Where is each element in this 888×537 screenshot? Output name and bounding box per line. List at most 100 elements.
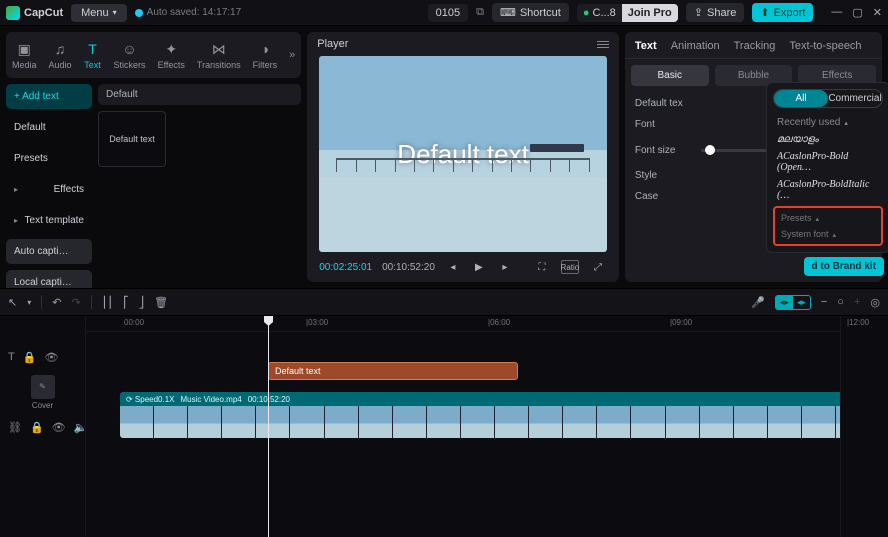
tool-filters[interactable]: ◑Filters [247,36,284,74]
font-item-3[interactable]: ACaslonPro-BoldItalic (… [773,176,883,204]
timeline-toolbar: ↖ ▾ ↶ ↷ ⎮⎮ ⎡ ⎦ 🗑 🎤 ◂▸◂▸ − ○ + ◎ [0,288,888,316]
tools-more-icon[interactable]: » [283,49,301,61]
player-title: Player [317,38,348,50]
brand-label: CapCut [24,7,63,19]
ruler-mark: |09:00 [670,318,692,327]
add-text-button[interactable]: + Add text [6,84,92,109]
text-icon: T [84,40,102,58]
undo-icon[interactable]: ↶ [52,296,61,309]
cover-thumb-icon: ✎ [31,375,55,399]
text-track: Default text [86,362,888,384]
tool-text[interactable]: TText [78,36,108,74]
sidebar-item-presets[interactable]: Presets [6,146,92,171]
text-tile-default[interactable]: Default text [98,111,166,167]
tab-text-to-speech[interactable]: Text-to-speech [789,40,861,52]
lock-icon[interactable]: 🔒 [30,421,44,434]
video-clip[interactable]: ⟳ Speed0.1X Music Video.mp4 00:10:52:20 [120,392,870,438]
tool-effects[interactable]: ✦Effects [152,36,191,74]
font-popover: All Commercial Recently used മലയാളം ACas… [766,82,888,253]
tracks-area[interactable]: 00:00|03:00|06:00|09:00 Default text ⟳ S… [86,316,888,537]
shortcut-button[interactable]: ⌨ Shortcut [492,3,569,22]
video-clip-header: ⟳ Speed0.1X Music Video.mp4 00:10:52:20 [120,392,870,406]
player-menu-icon[interactable] [597,41,609,48]
subtab-basic[interactable]: Basic [631,65,709,86]
split-icon[interactable]: ⎮⎮ [102,296,113,309]
close-icon[interactable]: ✕ [873,6,882,19]
tab-text[interactable]: Text [635,40,657,52]
redo-icon[interactable]: ↷ [71,296,80,309]
playhead[interactable] [268,316,269,537]
trim-left-icon[interactable]: ⎡ [123,296,129,309]
mic-icon[interactable]: 🎤 [751,296,765,309]
player-panel: Player Default text 00:02:25:01 00:10:52… [301,26,625,288]
export-button[interactable]: ⬆ Export [752,3,813,22]
font-system-header[interactable]: System font [777,226,879,242]
zoom-fit-icon[interactable]: ◎ [870,296,880,309]
autosave-status: Auto saved: 14:17:17 [135,7,242,18]
font-presets-header[interactable]: Presets [777,210,879,226]
tool-audio[interactable]: ♫Audio [43,36,78,74]
tool-transitions[interactable]: ⋈Transitions [191,36,247,74]
avatar-icon: ● [583,7,590,19]
sync-dot-icon [135,9,143,17]
time-ruler[interactable]: 00:00|03:00|06:00|09:00 [86,316,888,332]
timecode-current: 00:02:25:01 [319,262,372,273]
inspector-tabs: Text Animation Tracking Text-to-speech [625,32,882,59]
text-sidebar: + Add text Default Presets Effects Text … [6,84,92,295]
video-thumbnails [120,406,870,438]
case-label: Case [635,191,691,202]
cover-control[interactable]: ✎ Cover [0,368,85,416]
zoom-slider-icon[interactable]: ○ [837,296,844,308]
tool-media[interactable]: ▣Media [6,36,43,74]
text-track-icon: T [8,351,15,363]
scale-fit-icon[interactable]: ⛶ [533,260,551,274]
font-item-1[interactable]: മലയാളം [773,131,883,148]
ratio-button[interactable]: Ratio [561,260,579,274]
trim-right-icon[interactable]: ⎦ [139,296,145,309]
prev-frame-button[interactable]: ◂ [445,262,461,273]
link-icon[interactable]: ⛓ [8,421,22,434]
recent-used-header[interactable]: Recently used [773,114,883,131]
minimize-icon[interactable]: — [831,6,842,19]
maximize-icon[interactable]: ▢ [852,6,862,19]
speed-badge: ⟳ Speed0.1X [126,395,175,404]
titlebar: CapCut Menu Auto saved: 14:17:17 0105 ⧉ … [0,0,888,26]
text-library: Default Default text [98,84,301,295]
play-button[interactable]: ▶ [471,262,487,273]
tool-chevron-icon[interactable]: ▾ [27,298,31,307]
next-frame-button[interactable]: ▸ [497,262,513,273]
delete-icon[interactable]: 🗑 [154,296,168,309]
visibility-icon[interactable]: 👁 [52,421,66,434]
pointer-tool-icon[interactable]: ↖ [8,296,17,309]
media-icon: ▣ [15,40,33,58]
lock-icon[interactable]: 🔒 [23,351,37,364]
menu-button[interactable]: Menu [71,4,127,22]
brand: CapCut [6,6,63,20]
account-join[interactable]: ● C...8 Join Pro [577,4,678,22]
sidebar-item-template[interactable]: Text template [6,208,92,233]
tool-stickers[interactable]: ☺Stickers [108,36,152,74]
zoom-in-icon[interactable]: + [854,296,860,308]
tab-animation[interactable]: Animation [671,40,720,52]
fontsize-label: Font size [635,145,691,156]
text-content-preview: Default tex [635,98,683,109]
brandkit-button[interactable]: d to Brand kit [804,257,884,276]
text-clip[interactable]: Default text [268,362,518,380]
fullscreen-icon[interactable]: ⤢ [589,260,607,274]
zoom-out-icon[interactable]: − [821,296,827,308]
share-button[interactable]: ⇪ Share [686,3,745,22]
sidebar-item-default[interactable]: Default [6,115,92,140]
sidebar-item-autocaptions[interactable]: Auto capti… [6,239,92,264]
snap-toggle[interactable]: ◂▸◂▸ [775,295,811,310]
visibility-icon[interactable]: 👁 [44,351,58,364]
preview-viewport[interactable]: Default text [319,56,607,252]
inspector-panel: Text Animation Tracking Text-to-speech Basi… [625,26,888,288]
history-icon[interactable]: ⧉ [476,6,484,19]
sidebar-item-effects[interactable]: Effects [6,177,92,202]
highlighted-font-section: Presets System font [773,206,883,246]
font-filter-segment[interactable]: All Commercial [773,89,883,108]
transport-bar: 00:02:25:01 00:10:52:20 ◂ ▶ ▸ ⛶ Ratio ⤢ [307,252,619,282]
font-item-2[interactable]: ACaslonPro-Bold (Open… [773,148,883,176]
audio-icon: ♫ [51,40,69,58]
tab-tracking[interactable]: Tracking [734,40,776,52]
